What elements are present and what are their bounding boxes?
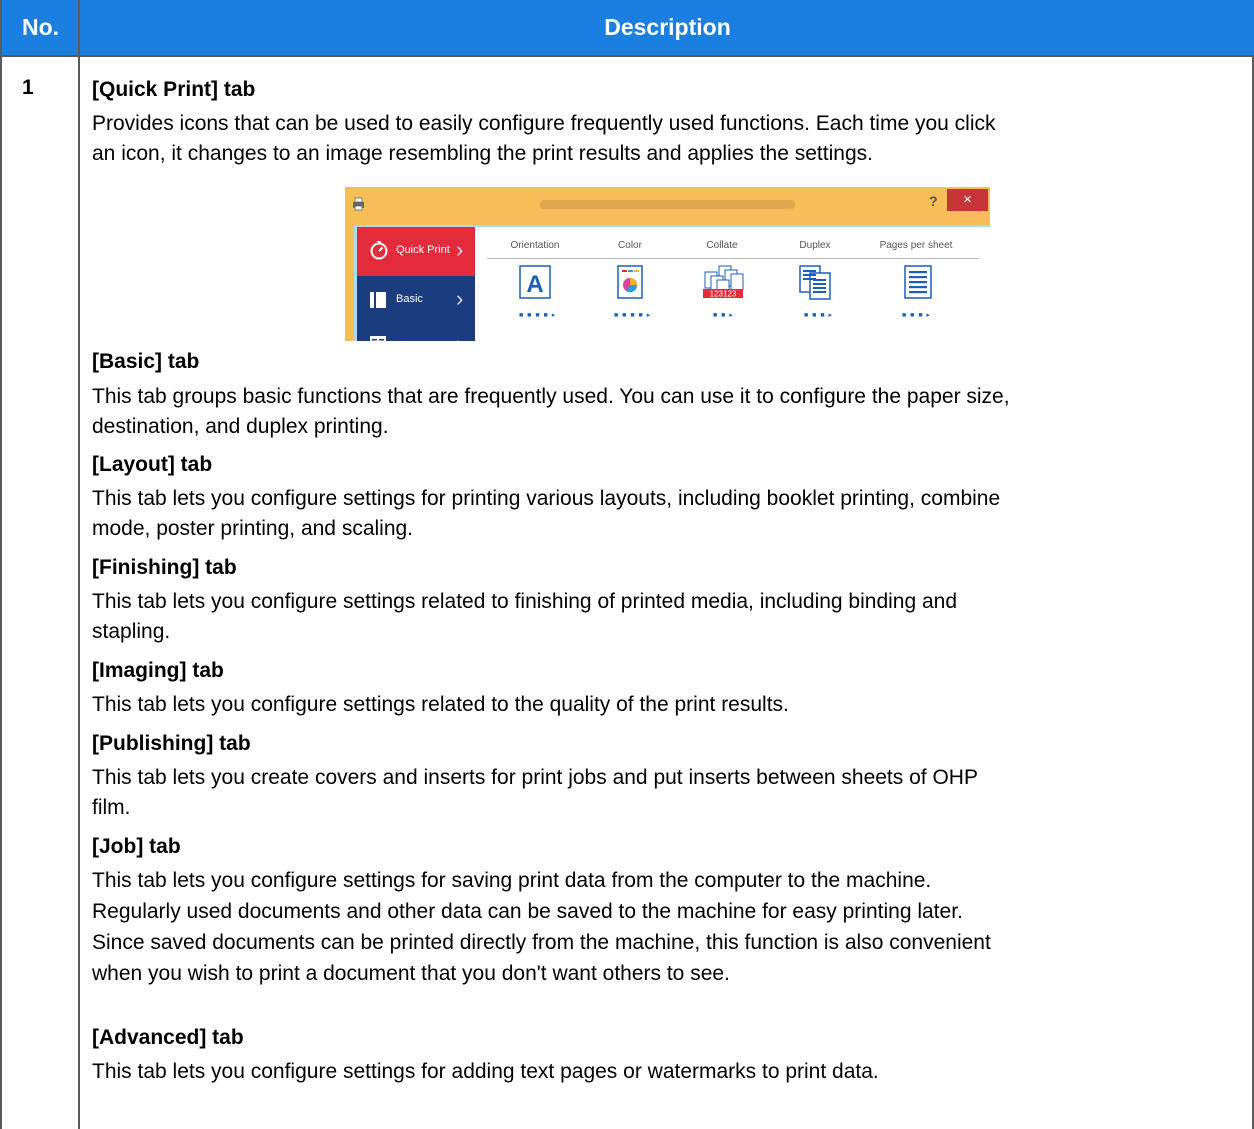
- sidebar-tab-quick-print[interactable]: Quick Print ›: [357, 227, 475, 276]
- description-table: No. Description 1 [Quick Print] tab Prov…: [0, 0, 1254, 1129]
- table-header: No. Description: [2, 0, 1254, 57]
- header-description: Description: [604, 14, 731, 40]
- svg-text:A: A: [526, 271, 543, 298]
- sidebar-tab-label: Basic: [396, 293, 423, 305]
- entry-heading-layout: [Layout] tab: [92, 453, 213, 476]
- printer-icon: [353, 197, 364, 211]
- column-label-duplex: Duplex: [799, 240, 831, 251]
- entry-heading-publishing: [Publishing] tab: [92, 732, 251, 755]
- entry-text-line: This tab lets you configure settings rel…: [92, 590, 958, 613]
- quick-print-panel: Orientation Color Collate Duplex Pages p…: [475, 227, 990, 341]
- color-mode-icon[interactable]: [614, 265, 646, 299]
- column-label-collate: Collate: [706, 240, 738, 251]
- entry-text-line: film.: [92, 796, 131, 819]
- svg-text:123123: 123123: [710, 290, 737, 299]
- column-label-pages-per-sheet: Pages per sheet: [879, 240, 953, 251]
- dialog-titlebar: ? ×: [345, 187, 990, 225]
- orientation-portrait-icon[interactable]: A: [519, 265, 551, 299]
- dialog-title-blurred: [540, 200, 795, 209]
- option-indicator: ■ ■ ■ ▸: [804, 312, 834, 319]
- entry-text-line: an icon, it changes to an image resembli…: [92, 142, 873, 165]
- entry-heading-imaging: [Imaging] tab: [92, 659, 224, 682]
- entry-heading-quick-print: [Quick Print] tab: [92, 78, 256, 101]
- stopwatch-icon: [370, 241, 388, 260]
- entry-text-line: destination, and duplex printing.: [92, 415, 389, 438]
- entry-text-line: This tab lets you configure settings for…: [92, 1060, 879, 1083]
- close-button[interactable]: ×: [947, 189, 988, 211]
- column-label-color: Color: [618, 240, 642, 251]
- entry-text-line: Provides icons that can be used to easil…: [92, 112, 996, 135]
- page-icon: [370, 292, 386, 308]
- chevron-right-icon: ›: [456, 237, 464, 262]
- sidebar-tab-basic[interactable]: Basic ›: [357, 276, 475, 325]
- chevron-right-icon: ›: [456, 331, 463, 341]
- dialog-body: Quick Print › Basic › Orientation Color …: [354, 225, 990, 341]
- option-indicator: ■ ■ ■ ■ ▸: [519, 312, 557, 319]
- entry-text-line: stapling.: [92, 620, 171, 643]
- collate-icon[interactable]: 123123: [701, 265, 747, 299]
- entry-heading-advanced: [Advanced] tab: [92, 1026, 244, 1049]
- entry-text-line: This tab groups basic functions that are…: [92, 385, 1010, 408]
- entry-text-line: This tab lets you configure settings for…: [92, 487, 1001, 510]
- entry-text-line: mode, poster printing, and scaling.: [92, 517, 414, 540]
- entry-text-line: This tab lets you configure settings for…: [92, 869, 932, 892]
- row-number: 1: [22, 76, 34, 99]
- duplex-icon[interactable]: [798, 265, 834, 300]
- layout-icon: [370, 336, 386, 341]
- pages-per-sheet-icon[interactable]: [902, 265, 934, 299]
- entry-text-line: This tab lets you configure settings rel…: [92, 693, 789, 716]
- entry-text-line: Since saved documents can be printed dir…: [92, 931, 991, 954]
- sidebar-tab-layout[interactable]: ›: [357, 325, 475, 341]
- entry-text-line: This tab lets you create covers and inse…: [92, 766, 978, 789]
- option-indicator: ■ ■ ■ ▸: [902, 312, 932, 319]
- entry-text-line: when you wish to print a document that y…: [92, 962, 730, 985]
- entry-text-line: Regularly used documents and other data …: [92, 900, 963, 923]
- chevron-right-icon: ›: [456, 286, 464, 311]
- entry-heading-job: [Job] tab: [92, 835, 181, 858]
- option-indicator: ■ ■ ▸: [713, 312, 734, 319]
- column-label-orientation: Orientation: [510, 240, 560, 251]
- dialog-sidebar: Quick Print › Basic ›: [357, 227, 475, 341]
- entry-heading-basic: [Basic] tab: [92, 350, 200, 373]
- print-dialog-screenshot: ? × Quick Print › Basic › Orientation Co…: [345, 187, 990, 341]
- header-no: No.: [21, 14, 60, 40]
- help-button[interactable]: ?: [929, 193, 938, 209]
- sidebar-tab-label: Quick Print: [396, 244, 450, 256]
- column-divider: [78, 0, 80, 1129]
- dialog-inner-panel: Quick Print › Basic › Orientation Color …: [357, 227, 990, 341]
- option-indicator: ■ ■ ■ ■ ▸: [614, 312, 652, 319]
- entry-heading-finishing: [Finishing] tab: [92, 556, 237, 579]
- divider: [487, 258, 979, 259]
